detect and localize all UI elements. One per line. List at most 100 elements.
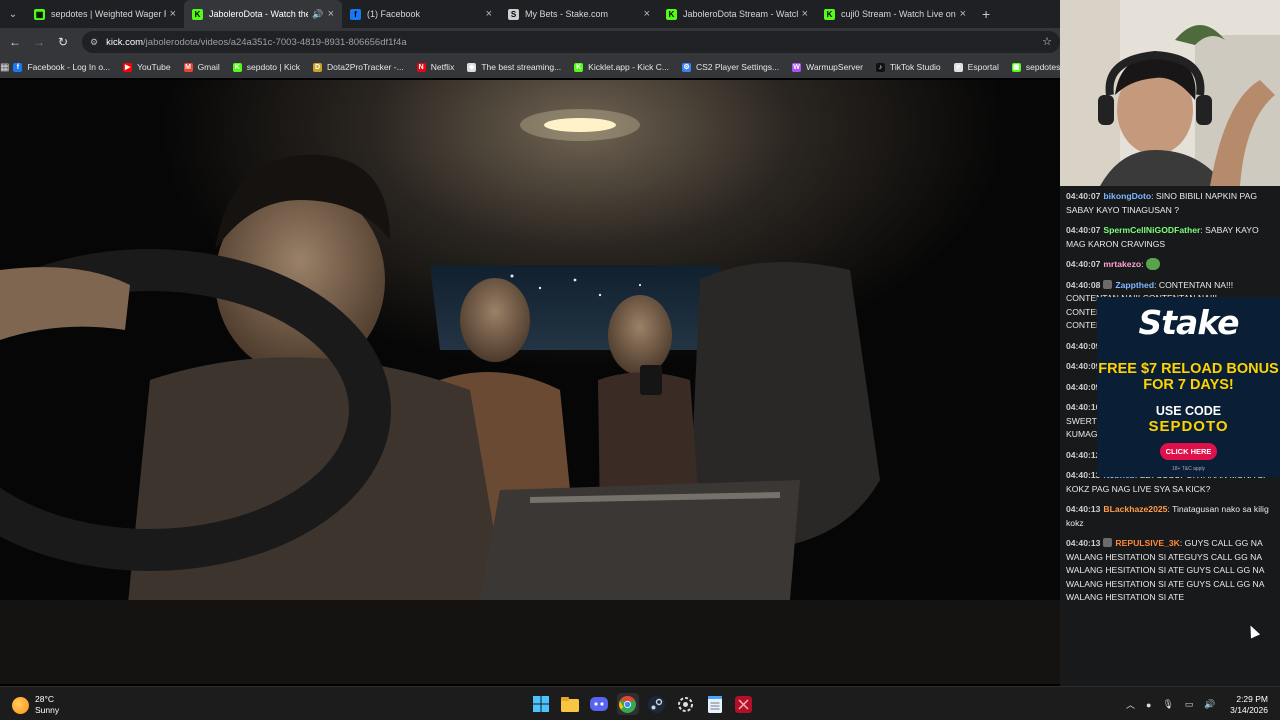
stake-ad-banner[interactable]: Stake FREE $7 RELOAD BONUS FOR 7 DAYS! U…	[1097, 297, 1280, 477]
ad-click-here-button[interactable]: CLICK HERE	[1160, 443, 1217, 460]
weather-temperature: 28°C	[35, 694, 54, 704]
site-info-icon[interactable]: ⚙	[90, 37, 98, 48]
chat-timestamp: 04:40:09	[1066, 340, 1101, 351]
tab-close-icon[interactable]: ×	[802, 8, 808, 20]
browser-tab[interactable]: S My Bets - Stake.com ×	[500, 0, 658, 28]
chat-timestamp: 04:40:13	[1066, 538, 1101, 548]
weather-condition: Sunny	[35, 705, 60, 715]
bookmark-favicon-icon: ▶	[123, 62, 133, 72]
chat-message: 04:40:13 REPULSIVE_3K: GUYS CALL GG NA WA…	[1066, 537, 1272, 605]
microphone-icon[interactable]: 🎙	[1162, 699, 1173, 710]
bookmark-item[interactable]: ♪ TikTok Studio	[875, 62, 941, 72]
game-launcher-icon[interactable]	[733, 693, 755, 715]
chrome-icon[interactable]	[616, 693, 639, 715]
chat-username[interactable]: Zappthed	[1115, 280, 1154, 290]
windows-start-icon[interactable]	[530, 693, 552, 715]
steam-icon[interactable]	[646, 693, 668, 715]
chat-timestamp: 04:40:10	[1066, 402, 1101, 412]
bookmark-favicon-icon: ⚙	[681, 62, 691, 72]
tab-close-icon[interactable]: ×	[170, 8, 176, 20]
tab-close-icon[interactable]: ×	[328, 8, 334, 20]
bookmark-favicon-icon: ◆	[467, 62, 477, 72]
address-bar[interactable]: ⚙ kick.com/jabolerodota/videos/a24a351c-…	[82, 31, 1060, 53]
notepad-icon[interactable]	[704, 693, 726, 715]
chat-username[interactable]: SpermCellNiGODFather	[1103, 225, 1200, 235]
tab-title: JaboleroDota - Watch the V	[209, 9, 309, 19]
tab-strip: ⌄ ▦ sepdotes | Weighted Wager Race × K Jabol…	[0, 0, 1060, 28]
ad-offer-text: FREE $7 RELOAD BONUS FOR 7 DAYS!	[1098, 361, 1279, 393]
tab-title: My Bets - Stake.com	[525, 9, 609, 19]
clock-time: 2:29 PM	[1236, 694, 1268, 704]
settings-gear-icon[interactable]	[675, 693, 697, 715]
bookmark-label: CS2 Player Settings...	[695, 62, 780, 72]
bookmark-label: Kicklet.app - Kick C...	[588, 62, 669, 72]
ad-promo-code: SEPDOTO	[1148, 418, 1229, 435]
sun-icon	[12, 696, 29, 714]
bookmark-item[interactable]: f Facebook - Log In o...	[13, 62, 110, 72]
bookmark-label: The best streaming...	[481, 62, 562, 72]
bookmark-favicon-icon: W	[792, 62, 802, 72]
bookmark-item[interactable]: ◆ The best streaming...	[467, 62, 561, 72]
network-icon[interactable]: ▭	[1185, 699, 1194, 710]
browser-tab[interactable]: f (1) Facebook ×	[342, 0, 500, 28]
chat-username[interactable]: mrtakezo	[1103, 259, 1141, 269]
bookmark-item[interactable]: W WarmupServer	[792, 62, 863, 72]
discord-icon[interactable]	[588, 693, 610, 715]
bookmark-star-icon[interactable]: ☆	[1042, 35, 1052, 48]
bookmark-item[interactable]: Ksepdoto | Kick	[232, 62, 301, 72]
browser-tab[interactable]: ▦ sepdotes | Weighted Wager Race ×	[26, 0, 184, 28]
forward-arrow-icon[interactable]: →	[27, 35, 51, 49]
bookmarks-bar: ▦ f Facebook - Log In o... ▶ YouTube M Gmail K…	[0, 56, 1060, 78]
volume-icon[interactable]: 🔊	[1204, 699, 1215, 710]
chat-message: 04:40:13 BLackhaze2025: Tinatagusan nako …	[1066, 503, 1272, 530]
chat-username[interactable]: bikongDoto	[1103, 191, 1151, 201]
bookmark-item[interactable]: ⚙ CS2 Player Settings...	[681, 62, 780, 72]
bookmark-label: WarmupServer	[806, 62, 863, 72]
tab-title: JaboleroDota Stream - Watch Live on Kick	[683, 9, 798, 19]
reload-icon[interactable]: ↻	[51, 35, 75, 49]
tab-favicon-icon: K	[824, 8, 835, 20]
bookmark-label: Dota2ProTracker -...	[327, 62, 404, 72]
user-badge-icon	[1103, 279, 1113, 289]
clock[interactable]: 2:29 PM 3/14/2026	[1230, 694, 1268, 716]
tab-close-icon[interactable]: ×	[644, 8, 650, 20]
bookmark-label: TikTok Studio	[889, 62, 941, 72]
bookmark-item[interactable]: M Gmail	[183, 62, 220, 72]
bookmark-item[interactable]: K Kicklet.app - Kick C...	[574, 62, 669, 72]
chat-timestamp: 04:40:07	[1066, 191, 1101, 201]
chat-timestamp: 04:40:09	[1066, 381, 1101, 392]
weather-widget[interactable]: 28°C Sunny	[12, 694, 59, 716]
bookmark-label: sepdoto | Kick	[246, 62, 301, 72]
tab-close-icon[interactable]: ×	[486, 8, 492, 20]
bookmark-item[interactable]: D Dota2ProTracker -...	[313, 62, 404, 72]
bookmark-item[interactable]: ▶ YouTube	[123, 62, 171, 72]
bookmark-item[interactable]: e Esportal	[953, 62, 999, 72]
tab-list: ▦ sepdotes | Weighted Wager Race × K Jaboler…	[26, 0, 974, 28]
chat-message: 04:40:07 SpermCellNiGODFather: SABAY KAYO…	[1066, 224, 1272, 251]
bookmark-list: f Facebook - Log In o... ▶ YouTube M Gmail Kse…	[13, 62, 1060, 72]
chat-timestamp: 04:40:07	[1066, 225, 1101, 235]
tray-app-icon[interactable]: ●	[1146, 700, 1151, 710]
browser-tab[interactable]: K JaboleroDota - Watch the V 🔊 ×	[184, 0, 342, 28]
apps-grid-icon[interactable]: ▦	[0, 62, 9, 73]
chat-username[interactable]: BLackhaze2025	[1103, 504, 1167, 514]
tab-close-icon[interactable]: ×	[960, 8, 966, 20]
bookmark-item[interactable]: N Netflix	[416, 62, 454, 72]
chat-username[interactable]: REPULSIVE_3K	[1115, 538, 1179, 548]
tray-overflow-icon[interactable]: ︿	[1126, 698, 1135, 711]
file-explorer-icon[interactable]	[559, 693, 581, 715]
address-host: kick.com	[106, 36, 144, 48]
bookmark-label: Esportal	[967, 62, 999, 72]
bookmark-favicon-icon: D	[313, 62, 323, 72]
browser-tab[interactable]: K JaboleroDota Stream - Watch Live on Kic…	[658, 0, 816, 28]
video-player[interactable]	[0, 80, 1060, 684]
bookmark-item[interactable]: ▦ sepdotes | Weigh	[1011, 62, 1060, 72]
tab-search-icon[interactable]: ⌄	[0, 0, 26, 28]
new-tab-button[interactable]: +	[974, 0, 998, 28]
browser-toolbar: ← → ↻ ⚙ kick.com/jabolerodota/videos/a24…	[0, 28, 1060, 56]
tab-audio-icon[interactable]: 🔊	[312, 9, 323, 20]
browser-tab[interactable]: Kcuji0 Stream - Watch Live on Kick ×	[816, 0, 974, 28]
ad-use-code-label: USE CODE	[1155, 404, 1222, 418]
bookmark-favicon-icon: M	[183, 62, 193, 72]
back-arrow-icon[interactable]: ←	[3, 35, 27, 49]
